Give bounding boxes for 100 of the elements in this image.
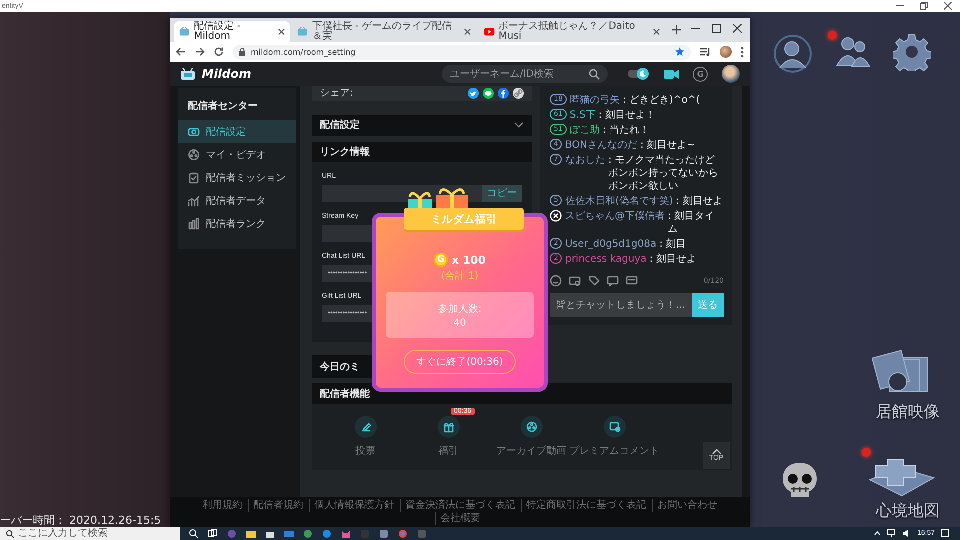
tv-icon (297, 26, 308, 38)
search-icon[interactable] (589, 68, 600, 80)
logo-text[interactable]: Mildom (202, 67, 252, 81)
clipboard-icon (188, 172, 200, 184)
chat-bubble-icon[interactable] (483, 88, 494, 99)
card-icon[interactable] (569, 275, 581, 287)
coin-button[interactable]: G (693, 66, 708, 82)
footer-link[interactable]: 個人情報保護方針 (308, 499, 400, 512)
back-arrow-icon[interactable] (176, 47, 186, 57)
chat-message: : 刻目せよ (650, 253, 698, 266)
chat-message: : 刻目 (660, 238, 688, 251)
restore-icon[interactable] (920, 2, 928, 10)
sidebar-item[interactable]: 配信者ミッション (178, 166, 296, 189)
url-text: mildom.com/room_setting (251, 48, 356, 56)
close-icon[interactable] (278, 28, 286, 36)
sidebar-title: 配信者センター (187, 100, 259, 114)
footer-link[interactable]: 会社概要 (434, 512, 486, 525)
sidebar-item[interactable]: 配信者ランク (178, 212, 296, 235)
browser-tab[interactable]: 配信設定 - Mildom (174, 21, 290, 42)
plus-icon[interactable] (672, 25, 682, 35)
close-icon[interactable] (944, 2, 952, 10)
chat-username[interactable]: 匿猫の弓矢 (570, 94, 620, 107)
copy-button[interactable]: コピー (482, 185, 522, 202)
chat-icon (608, 421, 620, 433)
feature-label: アーカイブ動画 (496, 444, 566, 458)
gift-icon (442, 421, 454, 433)
notification-dot (862, 448, 871, 457)
skull-icon[interactable] (780, 460, 820, 500)
film-reel-icon (188, 148, 200, 160)
chat-username[interactable]: 佐佐木日和(偽名です笑) (565, 195, 674, 208)
tv-icon (179, 26, 190, 38)
smiley-icon[interactable] (550, 275, 562, 287)
reload-icon[interactable] (214, 47, 224, 57)
forward-arrow-icon[interactable] (195, 47, 205, 57)
feature-label: 福引 (438, 444, 458, 458)
chat-message: : 刻目せよ！ (598, 109, 656, 122)
chat-message: : モノクマ当たったけどボンボン持ってないからボンボン欲しい (608, 154, 720, 193)
browser-tab[interactable]: 下僕社長 - ゲームのライブ配信＆実 (292, 21, 477, 42)
chat-username[interactable]: S.S下 (570, 109, 596, 122)
film-reel-icon (526, 421, 538, 433)
browser-icon[interactable] (398, 528, 408, 538)
task-view-icon[interactable] (208, 528, 218, 538)
close-icon[interactable] (653, 28, 661, 36)
tag-icon[interactable] (588, 275, 600, 287)
chat-message: : どきどき)^o^( (622, 94, 702, 107)
tv-icon (180, 68, 196, 80)
sidebar-item[interactable]: 配信者データ (178, 189, 296, 212)
chat-username[interactable]: ぽこ助 (570, 124, 600, 137)
message-icon[interactable] (626, 275, 638, 287)
facebook-f-icon[interactable] (498, 88, 509, 99)
chat-input[interactable]: 皆とチャットしましょう！... (550, 293, 692, 317)
theme-toggle-icon[interactable] (628, 68, 650, 80)
shortcut-label[interactable]: 心境地図 (876, 501, 940, 522)
link-icon[interactable] (513, 88, 524, 99)
search-icon[interactable] (189, 528, 199, 538)
video-camera-icon[interactable] (664, 68, 679, 80)
sidebar-item[interactable]: マイ・ビデオ (178, 143, 296, 166)
chevron-up-icon[interactable] (874, 531, 882, 536)
section-header[interactable]: 配信設定 (312, 114, 532, 136)
settings-icon[interactable] (893, 33, 931, 71)
footer-link[interactable]: 配信者規約 (248, 499, 308, 512)
star-icon[interactable] (675, 47, 685, 57)
maximize-icon[interactable] (712, 24, 722, 33)
feature-label: 投票 (356, 444, 376, 458)
prize-amount: x 100 (452, 254, 486, 266)
user-avatar[interactable] (722, 65, 740, 83)
menu-icon[interactable] (741, 46, 744, 58)
coin: G (434, 253, 448, 267)
search-field[interactable]: ユーザーネーム/ID検索 (442, 65, 608, 83)
shortcut-label[interactable]: 居館映像 (876, 402, 940, 423)
chat-username[interactable]: なおした (565, 154, 606, 167)
close-icon[interactable] (464, 28, 472, 36)
media-list-icon[interactable] (700, 47, 711, 57)
profile-circle-icon[interactable] (773, 34, 813, 74)
video-play-icon (484, 26, 495, 38)
twitter-bird-icon[interactable] (468, 88, 479, 99)
footer-link[interactable]: お問い合わせ (652, 499, 722, 512)
taskbar-search-field[interactable]: ここに入力して検索 (0, 527, 180, 540)
participants-label: 参加人数: (438, 302, 482, 316)
close-icon[interactable] (733, 24, 742, 33)
browser-tab[interactable]: ボーナス抵触じゃん？／Daito Musi (478, 21, 666, 42)
footer-link[interactable]: 利用規約 (198, 499, 248, 512)
profile-avatar[interactable] (720, 46, 732, 58)
chat-username[interactable]: princess kaguya (565, 253, 647, 266)
chat-username[interactable]: BONさんなのだ (565, 139, 638, 152)
sidebar-item[interactable]: 配信設定 (178, 120, 296, 143)
message-icon[interactable] (607, 275, 619, 287)
prize-total: (合計 1) (441, 270, 479, 283)
folder-icon[interactable] (246, 528, 256, 538)
participants-count: 40 (454, 318, 466, 328)
feature-item[interactable]: 投票 (324, 416, 407, 458)
footer-link[interactable]: 資金決済法に基づく表記 (400, 499, 520, 512)
chevron-down-icon[interactable] (514, 122, 524, 128)
chat-username[interactable]: User_d0g5d1g08a (565, 238, 657, 251)
chat-username[interactable]: スピちゃん@下僕信者 (565, 210, 665, 223)
address-bar[interactable]: mildom.com/room_setting (233, 44, 691, 60)
server-time: ーバー時間： 2020.12.26-15:5 (0, 513, 162, 528)
footer-link[interactable]: 特定商取引法に基づく表記 (520, 499, 652, 512)
chat-message: : 当たれ！ (602, 124, 650, 137)
notification-dot (828, 31, 837, 40)
